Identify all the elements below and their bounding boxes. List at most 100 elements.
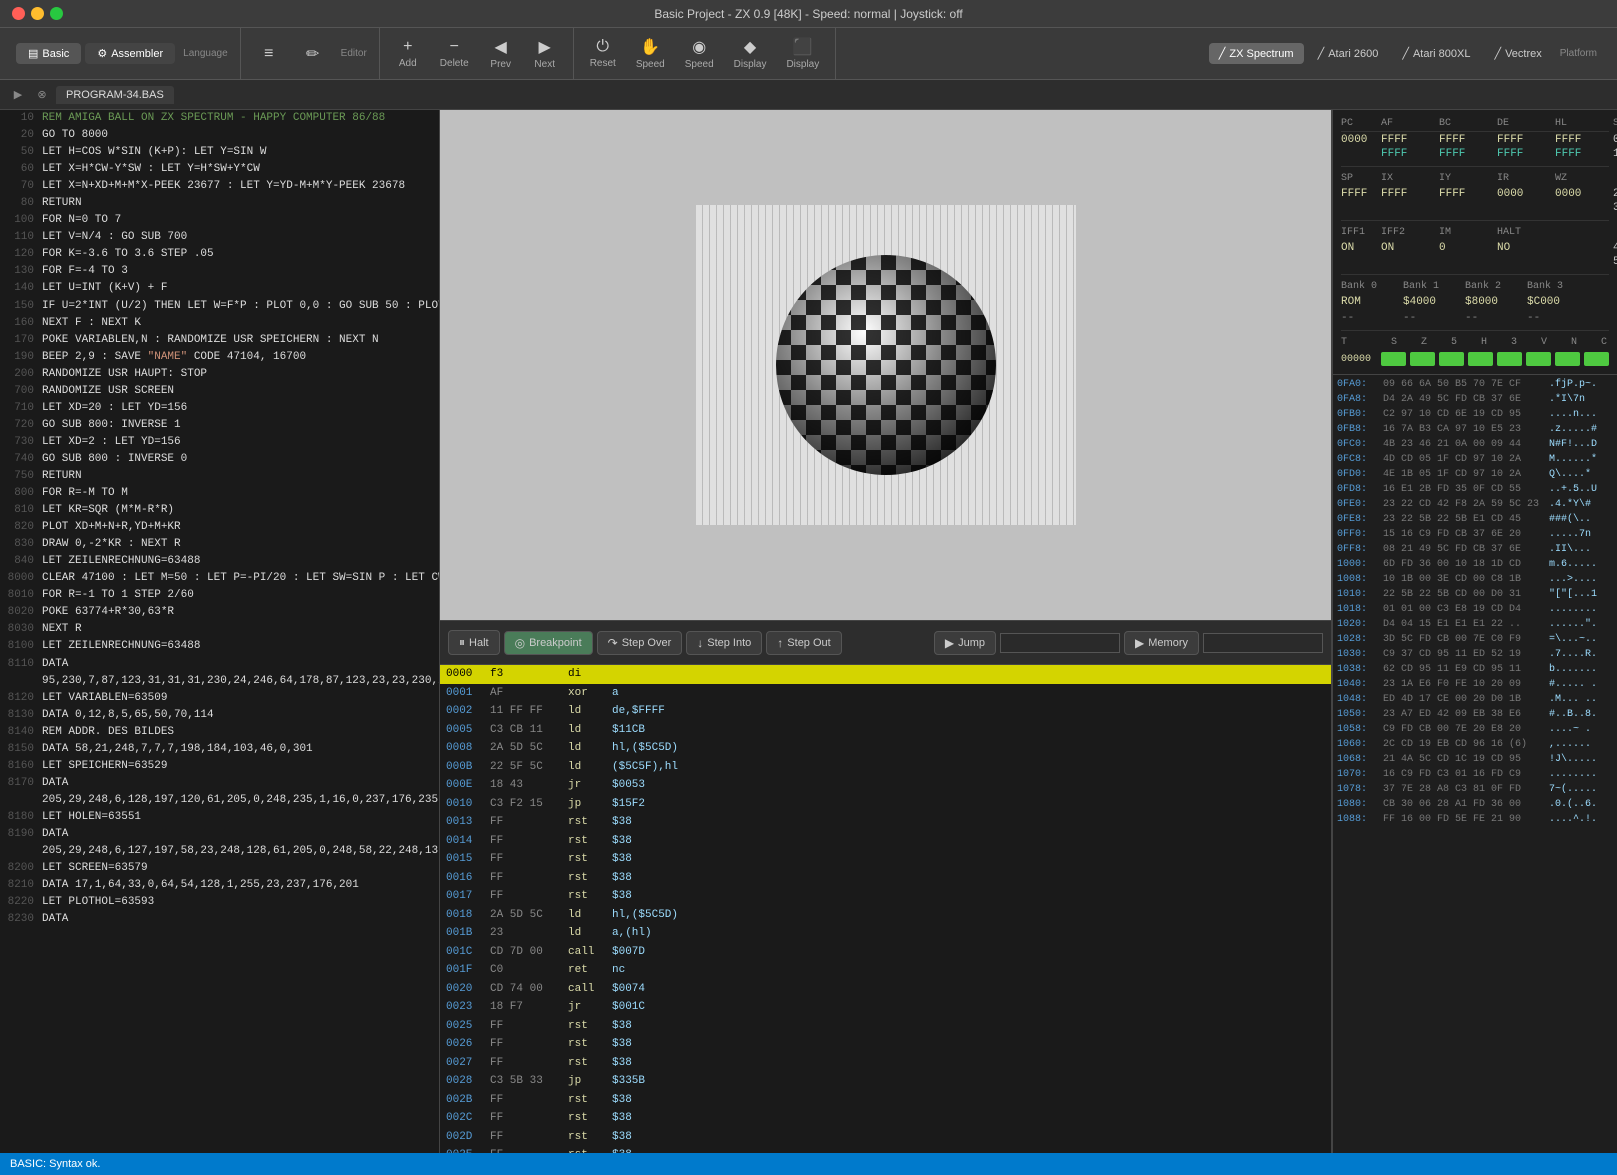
asm-row[interactable]: 000B 22 5F 5C ld ($5C5F),hl [440, 758, 1331, 777]
memory-input[interactable] [1203, 633, 1323, 653]
asm-row[interactable]: 001F C0 ret nc [440, 961, 1331, 980]
atari800xl-label: Atari 800XL [1413, 48, 1470, 60]
hex-memory-row: 1008: 10 1B 00 3E CD 00 C8 1B ...>.... =… [1337, 572, 1613, 587]
delete-btn[interactable]: − Delete [432, 34, 477, 73]
asm-row[interactable]: 0005 C3 CB 11 ld $11CB [440, 721, 1331, 740]
reset-btn[interactable]: ⏻ Reset [582, 34, 624, 73]
asm-row[interactable]: 0028 C3 5B 33 jp $335B [440, 1072, 1331, 1091]
atari800xl-btn[interactable]: ╱ Atari 800XL [1392, 43, 1480, 64]
asm-row[interactable]: 0020 CD 74 00 call $0074 [440, 980, 1331, 999]
asm-row[interactable]: 0017 FF rst $38 [440, 887, 1331, 906]
hex-memory-row: 1018: 01 01 00 C3 E8 19 CD D4 ........ =… [1337, 602, 1613, 617]
basic-tab[interactable]: ▤ Basic [16, 43, 81, 64]
display-panel: ⏸ Halt ◎ Breakpoint ↷ Step Over ↓ Step I… [440, 110, 1332, 1175]
hex-ascii: ....n... [1549, 407, 1617, 422]
asm-row[interactable]: 0015 FF rst $38 [440, 850, 1331, 869]
asm-addr: 0028 [446, 1073, 482, 1090]
step-into-btn[interactable]: ↓ Step Into [686, 631, 762, 655]
minimize-button[interactable] [31, 7, 44, 20]
code-line: 8140REM ADDR. DES BILDES [0, 724, 439, 741]
language-label: Language [183, 48, 228, 59]
prev-btn[interactable]: ◀ Prev [481, 33, 521, 74]
line-number [6, 792, 34, 809]
assembler-tab[interactable]: ⚙ Assembler [85, 43, 175, 64]
hex-memory-row: 1068: 21 4A 5C CD 1C 19 CD 95 !J\..... =… [1337, 752, 1613, 767]
breakpoint-btn[interactable]: ◎ Breakpoint [504, 631, 593, 655]
reg-iff1-header: IFF1 [1341, 227, 1381, 238]
maximize-button[interactable] [50, 7, 63, 20]
file-tab[interactable]: PROGRAM-34.BAS [56, 86, 174, 104]
vectrex-label: Vectrex [1505, 48, 1542, 60]
speed2-btn[interactable]: ◉ Speed [677, 33, 722, 74]
reg-iff1-val: ON [1341, 242, 1381, 254]
asm-ops: $335B [612, 1073, 1325, 1090]
asm-row[interactable]: 0001 AF xor a [440, 684, 1331, 703]
bank3-dash: -- [1527, 312, 1585, 324]
step-over-btn[interactable]: ↷ Step Over [597, 631, 683, 655]
asm-row[interactable]: 0026 FF rst $38 [440, 1035, 1331, 1054]
asm-row[interactable]: 0023 18 F7 jr $001C [440, 998, 1331, 1017]
memory-btn[interactable]: ▶ Memory [1124, 631, 1199, 655]
asm-row[interactable]: 002C FF rst $38 [440, 1109, 1331, 1128]
line-content: FOR R=-M TO M [42, 485, 128, 502]
reg-stack-4: 4: C: [1613, 242, 1617, 254]
reg-iy-val: FFFF [1439, 188, 1497, 200]
asm-row[interactable]: 001B 23 ld a,(hl) [440, 924, 1331, 943]
add-btn[interactable]: + Add [388, 34, 428, 73]
flag-5-val [1439, 352, 1464, 366]
asm-row[interactable]: 002D FF rst $38 [440, 1128, 1331, 1147]
asm-row[interactable]: 0013 FF rst $38 [440, 813, 1331, 832]
line-content: LET U=INT (K+V) + F [42, 280, 167, 297]
line-content: GO SUB 800: INVERSE 1 [42, 417, 181, 434]
display-btn[interactable]: ◆ Display [726, 33, 775, 74]
vectrex-btn[interactable]: ╱ Vectrex [1484, 43, 1551, 64]
asm-row[interactable]: 0000 f3 di [440, 665, 1331, 684]
asm-addr: 0018 [446, 907, 482, 924]
jump-input[interactable] [1000, 633, 1120, 653]
asm-row[interactable]: 000E 18 43 jr $0053 [440, 776, 1331, 795]
asm-row[interactable]: 0027 FF rst $38 [440, 1054, 1331, 1073]
asm-row[interactable]: 001C CD 7D 00 call $007D [440, 943, 1331, 962]
stop-button[interactable]: ⊗ [32, 85, 52, 105]
flag-h-val [1468, 352, 1493, 366]
close-button[interactable] [12, 7, 25, 20]
asm-row[interactable]: 002B FF rst $38 [440, 1091, 1331, 1110]
screen-canvas [696, 205, 1076, 525]
step-out-btn[interactable]: ↑ Step Out [766, 631, 841, 655]
halt-btn[interactable]: ⏸ Halt [448, 630, 500, 655]
reg-sp-header: SP [1341, 173, 1381, 184]
play-button[interactable]: ▶ [8, 85, 28, 105]
speed-btn[interactable]: ✋ Speed [628, 33, 673, 74]
next-btn[interactable]: ▶ Next [525, 33, 565, 74]
editor-btn[interactable]: ≡ [249, 41, 289, 67]
asm-mnem: rst [568, 1129, 604, 1146]
asm-mnem: jr [568, 777, 604, 794]
asm-row[interactable]: 0010 C3 F2 15 jp $15F2 [440, 795, 1331, 814]
line-number: 130 [6, 263, 34, 280]
pencil-btn[interactable]: ✏ [293, 40, 333, 68]
code-line: 830DRAW 0,-2*KR : NEXT R [0, 536, 439, 553]
code-line: 120FOR K=-3.6 TO 3.6 STEP .05 [0, 246, 439, 263]
reset-label: Reset [590, 58, 616, 69]
reg-halt-val: NO [1497, 242, 1555, 254]
assembler-icon: ⚙ [97, 47, 107, 60]
asm-row[interactable]: 0025 FF rst $38 [440, 1017, 1331, 1036]
asm-row[interactable]: 0016 FF rst $38 [440, 869, 1331, 888]
speed-label: Speed [636, 59, 665, 70]
zx-spectrum-btn[interactable]: ╱ ZX Spectrum [1209, 43, 1304, 64]
asm-row[interactable]: 0002 11 FF FF ld de,$FFFF [440, 702, 1331, 721]
asm-row[interactable]: 0008 2A 5D 5C ld hl,($5C5D) [440, 739, 1331, 758]
hex-addr: 1000: [1337, 557, 1377, 572]
asm-row[interactable]: 0018 2A 5D 5C ld hl,($5C5D) [440, 906, 1331, 925]
hex-memory-row: 1000: 6D FD 36 00 10 18 1D CD m.6..... =… [1337, 557, 1613, 572]
emulator-screen [440, 110, 1331, 620]
display2-btn[interactable]: ⬛ Display [778, 33, 827, 74]
asm-bytes: CD 74 00 [490, 981, 560, 998]
atari2600-btn[interactable]: ╱ Atari 2600 [1308, 43, 1389, 64]
reg-iff2-header: IFF2 [1381, 227, 1439, 238]
reg-hl-val: FFFF [1555, 134, 1613, 146]
vectrex-icon: ╱ [1494, 47, 1501, 60]
jump-btn[interactable]: ▶ Jump [934, 631, 996, 655]
asm-ops: $38 [612, 1110, 1325, 1127]
asm-row[interactable]: 0014 FF rst $38 [440, 832, 1331, 851]
